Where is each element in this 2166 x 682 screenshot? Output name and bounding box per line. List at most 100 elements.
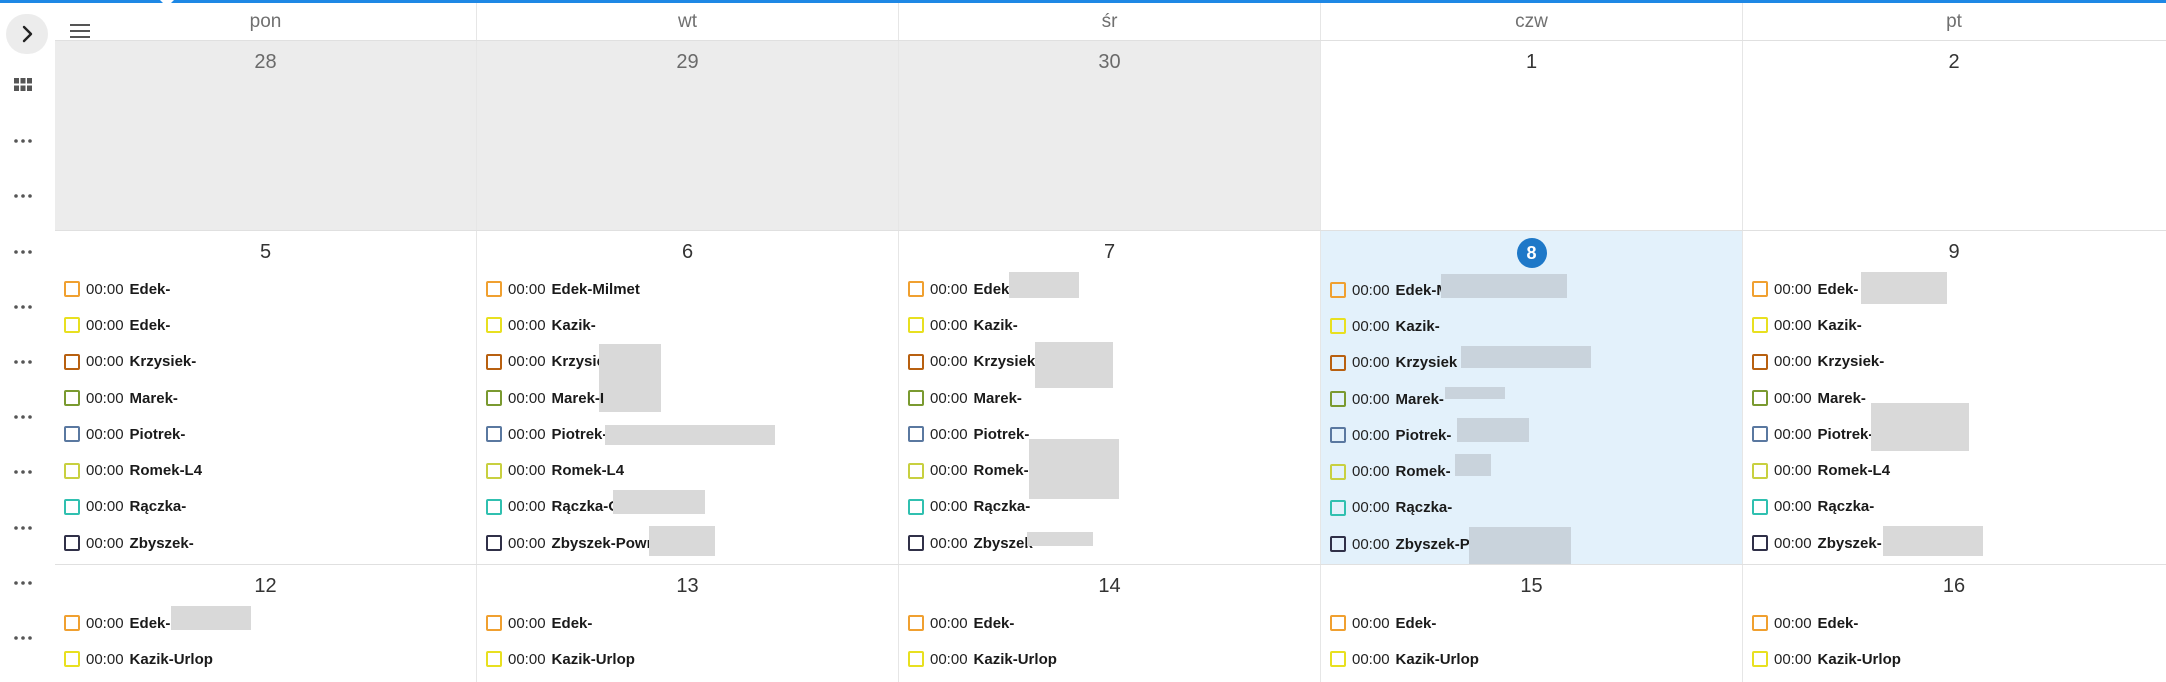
calendar-event[interactable]: 00:00 Edek-: [55, 271, 476, 307]
day-cell[interactable]: 1: [1321, 41, 1743, 230]
rail-more-button[interactable]: [6, 348, 40, 376]
calendar-event[interactable]: 00:00 Kazik-Urlop: [55, 641, 476, 677]
calendar-event[interactable]: 00:00 Edek-: [477, 605, 898, 641]
day-cell[interactable]: 2: [1743, 41, 2165, 230]
day-number[interactable]: 1: [1321, 49, 1742, 77]
calendar-event[interactable]: 00:00 Edek-: [55, 605, 476, 641]
calendar-event[interactable]: 00:00 Rączka-Og: [477, 489, 898, 525]
day-number[interactable]: 30: [899, 49, 1320, 77]
calendar-event[interactable]: 00:00 Kazik-: [477, 307, 898, 343]
calendar-event[interactable]: 00:00 Romek-L4: [1743, 452, 2165, 488]
event-list: 00:00 Edek- 00:00 Kazik-Urlop: [1321, 605, 1742, 678]
calendar-event[interactable]: 00:00 Piotrek-: [1743, 403, 2165, 452]
calendar-event[interactable]: 00:00 Edek-: [899, 605, 1320, 641]
calendar-event[interactable]: 00:00 Krzysiek: [899, 341, 1320, 388]
calendar-event[interactable]: 00:00 Krzysiek-: [55, 344, 476, 380]
calendar-event[interactable]: 00:00 Kazik-Urlop: [899, 641, 1320, 677]
calendar-event[interactable]: 00:00 Krzysiek-: [1743, 344, 2165, 380]
calendar-event[interactable]: 00:00 Marek-: [1321, 381, 1742, 417]
calendar-event[interactable]: 00:00 Kazik-: [1321, 308, 1742, 344]
rail-more-button[interactable]: [6, 293, 40, 321]
rail-more-button[interactable]: [6, 127, 40, 155]
event-time: 00:00: [86, 650, 124, 668]
day-cell[interactable]: 29: [477, 41, 899, 230]
calendar-event[interactable]: 00:00 Kazik-Urlop: [477, 641, 898, 677]
rail-more-button[interactable]: [6, 458, 40, 486]
rail-more-button[interactable]: [6, 238, 40, 266]
day-cell[interactable]: 9 00:00Edek-1,2500:00Kazik-00:00Krzysiek-…: [1743, 231, 2165, 564]
day-cell[interactable]: 5 00:00 Edek- 00:00 Edek- 00:00 Krzysiek- 00:00…: [55, 231, 477, 564]
calendar-event[interactable]: 00:00 Zbyszek-: [899, 525, 1320, 561]
calendar-event[interactable]: 00:00 Rączka-: [1743, 489, 2165, 525]
event-color-square: [64, 281, 80, 298]
calendar-event[interactable]: 00:00 Kazik-: [1743, 307, 2165, 343]
calendar-event[interactable]: 00:00 Edek-: [1743, 605, 2165, 641]
event-time: 00:00: [508, 425, 546, 443]
calendar-event[interactable]: 00:00 Edek-: [1321, 605, 1742, 641]
day-number[interactable]: 14: [899, 573, 1320, 601]
day-number[interactable]: 13: [477, 573, 898, 601]
calendar-event[interactable]: 00:00 Krzysiek: [1321, 345, 1742, 381]
calendar-event[interactable]: 00:00 Piotrek-: [1321, 417, 1742, 453]
calendar-event[interactable]: 00:00 Kazik-Urlop: [1743, 641, 2165, 677]
calendar-event[interactable]: 00:00 Edek-: [55, 307, 476, 343]
week-row: 5 00:00 Edek- 00:00 Edek- 00:00 Krzysiek- 00:00…: [55, 230, 2166, 564]
calendar-event[interactable]: 00:00 Rączka-: [55, 489, 476, 525]
day-cell[interactable]: 30: [899, 41, 1321, 230]
calendar-event[interactable]: 00:00 Kazik-: [899, 307, 1320, 343]
day-cell[interactable]: 6 00:00 Edek-Milmet 00:00 Kazik- 00:00 Krzysie…: [477, 231, 899, 564]
day-cell[interactable]: 16 00:00 Edek- 00:00 Kazik-Urlop: [1743, 565, 2165, 682]
day-number[interactable]: 6: [477, 239, 898, 267]
day-cell[interactable]: 14 00:00 Edek- 00:00 Kazik-Urlop: [899, 565, 1321, 682]
day-cell[interactable]: 7 00:00 Edek 00:00 Kazik- 00:00 Krzysiek 00:00 M…: [899, 231, 1321, 564]
rail-more-button[interactable]: [6, 514, 40, 542]
calendar-event[interactable]: 00:00 Piotrek-: [55, 416, 476, 452]
calendar-event[interactable]: 00:00 Marek-I: [477, 380, 898, 416]
calendar-event[interactable]: 00:00 Romek-L4: [55, 452, 476, 488]
event-color-square: [908, 353, 924, 370]
day-number[interactable]: 28: [55, 49, 476, 77]
grid-icon: [14, 78, 32, 91]
rail-more-button[interactable]: [6, 624, 40, 652]
day-number[interactable]: 29: [477, 49, 898, 77]
today-day-number[interactable]: 8: [1516, 238, 1547, 268]
day-number[interactable]: 15: [1321, 573, 1742, 601]
calendar-event[interactable]: 00:00 Edek-M: [1321, 272, 1742, 308]
rail-more-button[interactable]: [6, 182, 40, 210]
calendar-event[interactable]: 00:00 Zbyszek-: [1743, 525, 2165, 561]
calendar-event[interactable]: 00:00 Krzysiek: [477, 343, 898, 412]
calendar-event[interactable]: 00:00 Kazik-Urlop: [1321, 641, 1742, 677]
calendar-event[interactable]: 00:00 Romek-: [1321, 453, 1742, 489]
day-cell[interactable]: 12 00:00 Edek- 00:00 Kazik-Urlop: [55, 565, 477, 682]
day-cell[interactable]: 28: [55, 41, 477, 230]
day-number[interactable]: 7: [899, 239, 1320, 267]
day-cell[interactable]: 15 00:00 Edek- 00:00 Kazik-Urlop: [1321, 565, 1743, 682]
day-cell-today[interactable]: 8 00:00 Edek-M 00:00 Kazik- 00:00 Krzysiek 00:0…: [1321, 231, 1743, 564]
calendar-event[interactable]: 00:00 Zbyszek-: [55, 525, 476, 561]
event-list: 00:00 Edek- 00:00 Edek- 00:00 Krzysiek- 00:00 M…: [55, 271, 476, 561]
calendar-menu-button[interactable]: [67, 19, 93, 43]
day-cell[interactable]: 13 00:00 Edek- 00:00 Kazik-Urlop: [477, 565, 899, 682]
day-number[interactable]: 9: [1743, 239, 2165, 267]
day-number[interactable]: 5: [55, 239, 476, 267]
calendar-event[interactable]: 00:00Edek-1,25: [1743, 271, 2165, 307]
day-number[interactable]: 12: [55, 573, 476, 601]
calendar-event[interactable]: 00:00 Romek-: [899, 439, 1320, 500]
calendar-event[interactable]: 00:00 Edek-Milmet: [477, 271, 898, 307]
day-number[interactable]: 16: [1743, 573, 2165, 601]
expand-sidebar-button[interactable]: [6, 14, 48, 54]
calendar-event[interactable]: 00:00 Zbyszek-P: [1321, 526, 1742, 564]
calendar-event[interactable]: 00:00 Piotrek-: [477, 416, 898, 452]
calendar-event[interactable]: 00:00 Rączka-: [1321, 490, 1742, 526]
calendar-event[interactable]: 00:00 Edek: [899, 271, 1320, 307]
rail-more-button[interactable]: [6, 569, 40, 597]
calendar-event[interactable]: 00:00 Romek-L4: [477, 452, 898, 488]
calendar-event[interactable]: 00:00 Zbyszek-Powró: [477, 525, 898, 561]
calendar-event[interactable]: 00:00 Marek-: [55, 380, 476, 416]
apps-grid-button[interactable]: [6, 71, 40, 99]
event-time: 00:00: [930, 316, 968, 334]
calendar-event[interactable]: 00:00 Marek-: [899, 380, 1320, 416]
day-number[interactable]: 2: [1743, 49, 2165, 77]
rail-more-button[interactable]: [6, 403, 40, 431]
calendar-event[interactable]: 00:00 Rączka-: [899, 489, 1320, 525]
